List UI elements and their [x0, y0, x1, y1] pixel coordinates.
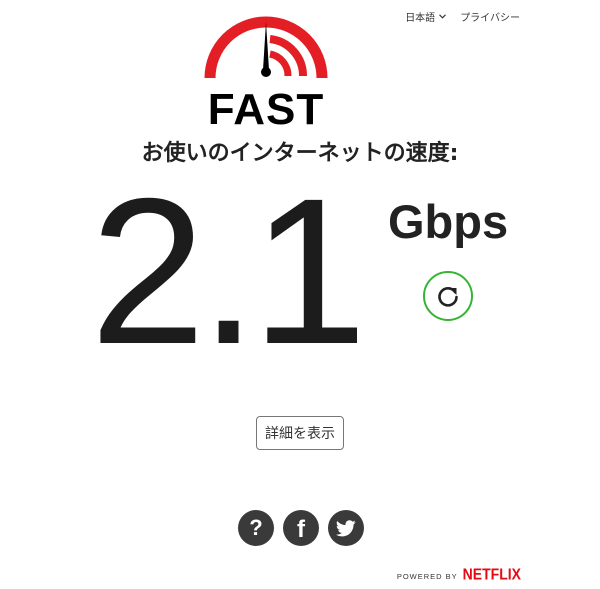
- twitter-icon: [336, 519, 356, 536]
- speed-units: Gbps: [388, 195, 509, 248]
- facebook-icon: f: [297, 516, 305, 543]
- facebook-button[interactable]: f: [283, 510, 319, 546]
- language-selector[interactable]: 日本語: [405, 9, 447, 24]
- chevron-down-icon: [439, 14, 447, 19]
- language-label: 日本語: [405, 13, 436, 24]
- netflix-logo[interactable]: NETFLIX: [463, 565, 521, 583]
- speed-value: 2.1: [90, 156, 367, 388]
- help-button[interactable]: ?: [238, 510, 274, 546]
- refresh-icon: [438, 287, 458, 307]
- powered-by-netflix: POWERED BY NETFLIX: [396, 565, 521, 583]
- top-nav: 日本語 プライバシー: [405, 9, 520, 24]
- speedometer-icon: [204, 16, 328, 79]
- question-icon: ?: [249, 515, 263, 540]
- social-links: ? f: [238, 510, 364, 546]
- privacy-link[interactable]: プライバシー: [460, 9, 520, 24]
- powered-by-text: POWERED BY: [396, 572, 458, 581]
- show-more-info-button[interactable]: 詳細を表示: [256, 416, 344, 450]
- fast-logo: FAST: [203, 8, 329, 132]
- twitter-button[interactable]: [328, 510, 364, 546]
- logo-text: FAST: [207, 85, 325, 134]
- refresh-button[interactable]: [423, 271, 473, 321]
